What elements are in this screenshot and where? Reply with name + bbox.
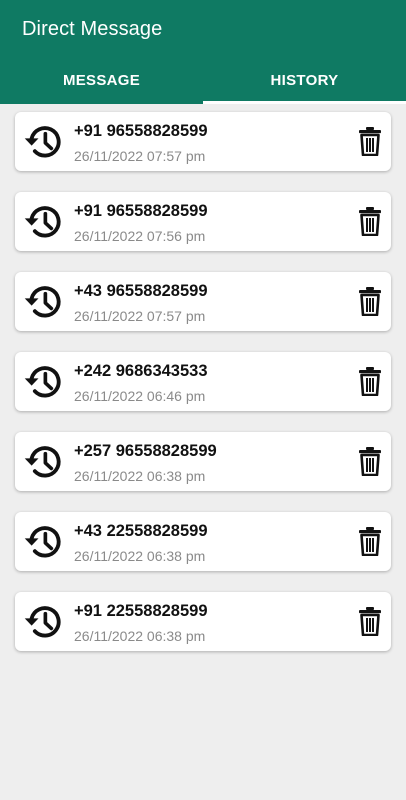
history-item[interactable]: +242 9686343533 26/11/2022 06:46 pm — [15, 352, 391, 411]
history-item[interactable]: +91 22558828599 26/11/2022 06:38 pm — [15, 592, 391, 651]
history-icon — [24, 526, 61, 558]
phone-number: +43 22558828599 — [74, 522, 208, 540]
history-item[interactable]: +43 22558828599 26/11/2022 06:38 pm — [15, 512, 391, 571]
history-icon — [24, 366, 61, 398]
app-title: Direct Message — [22, 18, 163, 40]
phone-number: +91 22558828599 — [74, 602, 208, 620]
history-item[interactable]: +91 96558828599 26/11/2022 07:56 pm — [15, 192, 391, 251]
tab-message-label: MESSAGE — [62, 71, 141, 89]
timestamp: 26/11/2022 06:38 pm — [74, 468, 206, 484]
trash-icon[interactable] — [358, 606, 382, 636]
trash-icon[interactable] — [358, 366, 382, 396]
timestamp: 26/11/2022 06:46 pm — [74, 388, 206, 404]
trash-icon[interactable] — [358, 526, 382, 556]
phone-number: +257 96558828599 — [74, 442, 217, 460]
trash-icon[interactable] — [358, 206, 382, 236]
history-icon — [24, 606, 61, 638]
tab-message[interactable]: MESSAGE — [0, 60, 203, 104]
app-bar: Direct Message MESSAGE HISTORY — [0, 0, 406, 104]
phone-number: +242 9686343533 — [74, 362, 208, 380]
history-item[interactable]: +43 96558828599 26/11/2022 07:57 pm — [15, 272, 391, 331]
phone-number: +91 96558828599 — [74, 202, 208, 220]
trash-icon[interactable] — [358, 286, 382, 316]
timestamp: 26/11/2022 07:56 pm — [74, 228, 206, 244]
timestamp: 26/11/2022 06:38 pm — [74, 628, 206, 644]
tab-selected-indicator — [203, 101, 406, 104]
timestamp: 26/11/2022 07:57 pm — [74, 148, 206, 164]
tab-history[interactable]: HISTORY — [203, 60, 406, 104]
tab-history-label: HISTORY — [270, 71, 339, 89]
history-list: +91 96558828599 26/11/2022 07:57 pm +91 … — [15, 112, 391, 672]
phone-number: +91 96558828599 — [74, 122, 208, 140]
history-item[interactable]: +91 96558828599 26/11/2022 07:57 pm — [15, 112, 391, 171]
trash-icon[interactable] — [358, 126, 382, 156]
history-item[interactable]: +257 96558828599 26/11/2022 06:38 pm — [15, 432, 391, 491]
history-icon — [24, 126, 61, 158]
timestamp: 26/11/2022 07:57 pm — [74, 308, 206, 324]
tab-bar: MESSAGE HISTORY — [0, 60, 406, 104]
history-icon — [24, 206, 61, 238]
phone-number: +43 96558828599 — [74, 282, 208, 300]
trash-icon[interactable] — [358, 446, 382, 476]
history-icon — [24, 286, 61, 318]
history-icon — [24, 446, 61, 478]
timestamp: 26/11/2022 06:38 pm — [74, 548, 206, 564]
